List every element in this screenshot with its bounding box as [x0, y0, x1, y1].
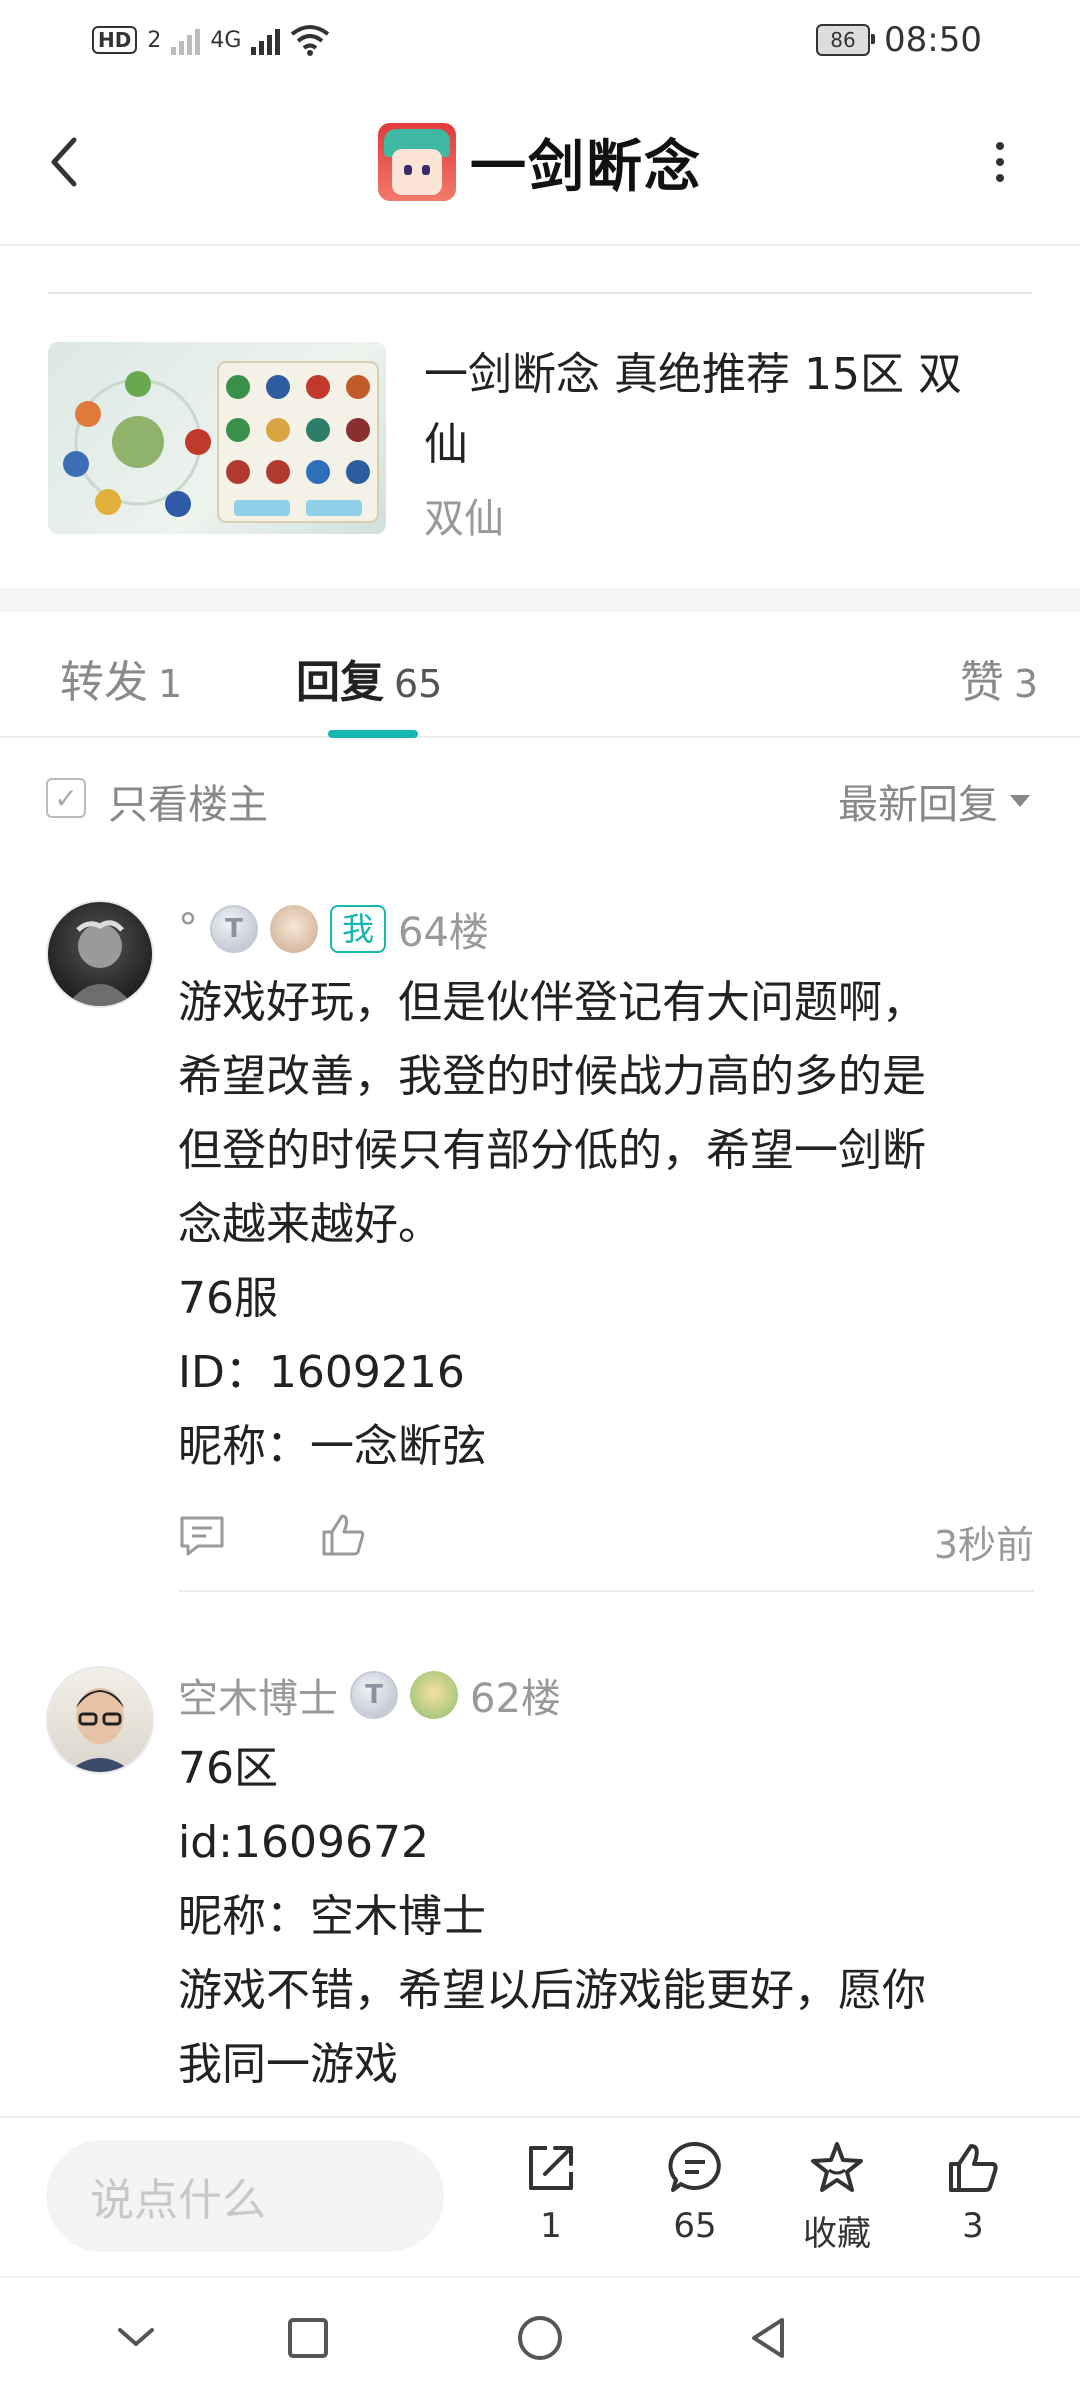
tab-count: 3: [1013, 662, 1038, 706]
me-tag: 我: [330, 905, 387, 953]
dropdown-arrow-icon: [1010, 795, 1030, 807]
like-button[interactable]: 3: [918, 2140, 1028, 2246]
status-bar: HD 2 4G 86 08:50: [0, 0, 1080, 80]
logo-face: [392, 149, 442, 195]
signal-icon-sim1: [171, 25, 201, 55]
comment-line: 76服: [178, 1273, 278, 1324]
username[interactable]: 空木博士: [178, 1666, 338, 1724]
pet-badge-icon: [270, 905, 318, 953]
tab-replies[interactable]: 回复 65: [296, 646, 442, 710]
comment-time: 3秒前: [933, 1523, 1034, 1567]
floor-number: 62楼: [470, 1676, 561, 1722]
level-badge-letter: T: [365, 1680, 383, 1710]
level-badge-icon: T: [210, 905, 258, 953]
comment-line: 游戏好玩，但是伙伴登记有大问题啊，: [178, 977, 926, 1028]
avatar-image: [66, 920, 134, 1006]
game-logo[interactable]: [378, 123, 456, 201]
comment-line: ID：1609216: [178, 1347, 465, 1398]
tab-count: 1: [158, 662, 183, 706]
more-options-icon[interactable]: [992, 142, 1008, 182]
thumbs-up-icon: [949, 2144, 998, 2192]
comment-line: 昵称：一念断弦: [178, 1421, 486, 1472]
comment-count: 65: [673, 2206, 717, 2246]
clock: 08:50: [884, 20, 982, 60]
system-navigation-bar: [0, 2276, 1080, 2402]
comment-line: 念越来越好。: [178, 1199, 442, 1250]
like-count: 3: [962, 2206, 984, 2246]
comment-body: 76区 id:1609672 昵称：空木博士 游戏不错，希望以后游戏能更好，愿你…: [178, 1732, 1028, 2102]
comment-line: 游戏不错，希望以后游戏能更好，愿你: [178, 1965, 926, 2016]
battery-level: 86: [830, 28, 856, 52]
tab-likes[interactable]: 赞3: [960, 646, 1038, 710]
wifi-icon: [291, 25, 330, 56]
only-op-label[interactable]: 只看楼主: [108, 772, 268, 830]
sort-dropdown[interactable]: 最新回复: [838, 772, 1030, 830]
back-triangle-icon[interactable]: [744, 2314, 792, 2362]
comment-line: 但登的时候只有部分低的，希望一剑断: [178, 1125, 926, 1176]
favorite-label: 收藏: [803, 2214, 871, 2254]
share-icon: [529, 2146, 573, 2190]
comment-meta: ° T 我 64楼: [178, 900, 489, 958]
network-type: 4G: [210, 27, 242, 53]
favorite-button[interactable]: 收藏: [782, 2140, 892, 2255]
comment-line: 76区: [178, 1743, 278, 1794]
thumbnail-image: [63, 361, 379, 523]
comment-line: 希望改善，我登的时候战力高的多的是: [178, 1051, 926, 1102]
comment-actions: 3秒前: [178, 1508, 1034, 1568]
comment-line: 我同一游戏: [178, 2039, 398, 2090]
comment-line: 昵称：空木博士: [178, 1891, 486, 1942]
share-button[interactable]: 1: [496, 2140, 606, 2246]
chevron-down-icon[interactable]: [114, 2320, 158, 2354]
tab-repost[interactable]: 转发 1: [60, 646, 182, 710]
tab-count: 65: [394, 662, 443, 706]
floor-number: 64楼: [398, 910, 489, 956]
comments-button[interactable]: 65: [640, 2140, 750, 2246]
divider: [48, 292, 1032, 294]
post-thumbnail[interactable]: [48, 342, 386, 534]
username[interactable]: °: [178, 906, 198, 952]
avatar-image: [68, 1688, 132, 1772]
avatar[interactable]: [46, 1666, 154, 1774]
comment-divider: [178, 1590, 1034, 1592]
only-op-checkbox[interactable]: ✓: [46, 778, 86, 818]
post-subtitle: 双仙: [424, 496, 504, 542]
comment-body: 游戏好玩，但是伙伴登记有大问题啊， 希望改善，我登的时候战力高的多的是 但登的时…: [178, 966, 1028, 1484]
hd-badge: HD: [92, 26, 138, 54]
logo-eye: [404, 165, 412, 175]
post-title-line: 仙: [424, 419, 468, 470]
comment-meta: 空木博士 T 62楼: [178, 1666, 561, 1724]
pet-badge-icon: [410, 1671, 458, 1719]
comment-bubble-icon: [668, 2141, 721, 2192]
signal-icon-sim2: [251, 25, 281, 55]
level-badge-icon: T: [350, 1671, 398, 1719]
sim-slot: 2: [147, 27, 162, 53]
level-badge-letter: T: [225, 914, 243, 944]
page-title: 一剑断念: [470, 134, 702, 200]
comment-input[interactable]: 说点什么: [46, 2140, 444, 2252]
post-title-line: 一剑断念 真绝推荐 15区 双: [424, 349, 962, 400]
home-circle-icon[interactable]: [516, 2314, 564, 2362]
share-count: 1: [540, 2206, 562, 2246]
section-separator: [0, 588, 1080, 612]
tab-label: 转发: [60, 657, 148, 708]
recents-square-icon[interactable]: [286, 2316, 330, 2360]
sort-label: 最新回复: [838, 782, 998, 828]
comment-line: id:1609672: [178, 1817, 429, 1868]
title-group: 一剑断念: [0, 120, 1080, 204]
battery-icon: 86: [816, 24, 876, 56]
logo-eye: [422, 165, 430, 175]
reply-icon[interactable]: [178, 1514, 226, 1558]
post-title[interactable]: 一剑断念 真绝推荐 15区 双 仙: [424, 340, 1024, 480]
avatar[interactable]: [46, 900, 154, 1008]
star-icon: [811, 2142, 863, 2192]
like-icon[interactable]: [320, 1512, 366, 1558]
status-left: HD 2 4G: [92, 18, 330, 62]
tab-indicator: [328, 730, 418, 738]
tab-bar: 转发 1 回复 65 赞3: [0, 612, 1080, 738]
tab-label: 赞: [959, 657, 1004, 708]
status-right: 86 08:50: [816, 18, 982, 62]
tab-label: 回复: [296, 657, 384, 708]
top-app-bar: 一剑断念: [0, 80, 1080, 246]
